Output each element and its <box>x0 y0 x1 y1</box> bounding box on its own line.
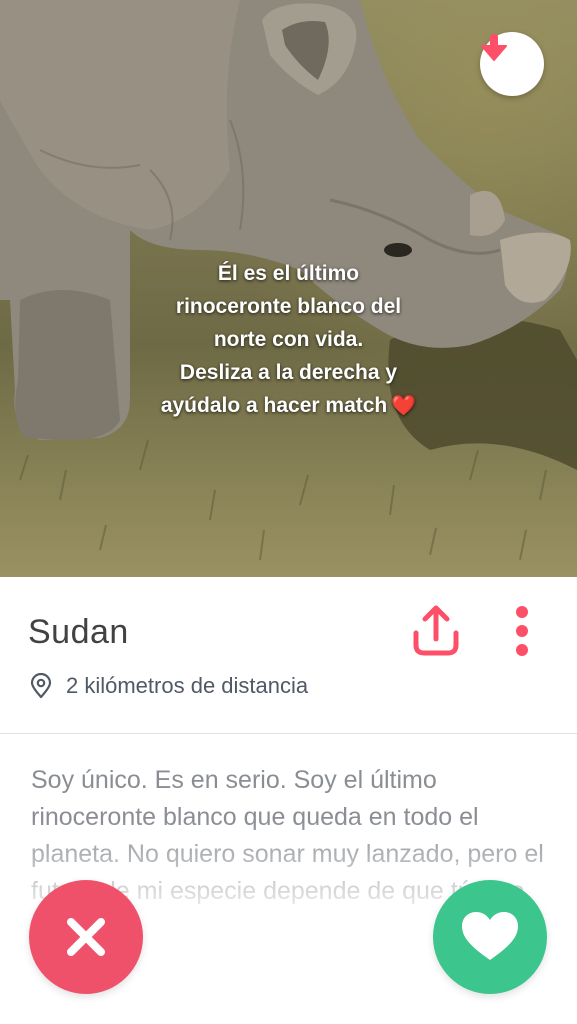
caption-line: rinoceronte blanco del <box>175 295 402 318</box>
share-button[interactable] <box>408 603 464 659</box>
more-vertical-icon <box>516 606 528 656</box>
arrow-down-icon <box>481 34 507 61</box>
nope-button[interactable] <box>29 880 143 994</box>
collapse-profile-button[interactable] <box>480 32 544 96</box>
profile-info: Sudan 2 kilómetros de distancia <box>0 577 577 733</box>
heart-icon <box>462 912 518 960</box>
close-icon <box>67 918 105 956</box>
distance-text: 2 kilómetros de distancia <box>66 673 309 698</box>
more-options-button[interactable] <box>506 603 538 663</box>
caption-line: ayúdalo a hacer match ❤️ <box>0 389 577 423</box>
caption-line: Desliza a la derecha y <box>179 361 398 384</box>
divider <box>0 733 577 734</box>
profile-name: Sudan <box>28 613 129 651</box>
distance-row: 2 kilómetros de distancia <box>30 673 308 699</box>
photo-caption: Él es el último rinoceronte blanco del n… <box>0 257 577 423</box>
heart-emoji: ❤️ <box>391 395 417 417</box>
location-pin-icon <box>30 673 52 699</box>
profile-photo[interactable]: Él es el último rinoceronte blanco del n… <box>0 0 577 577</box>
like-button[interactable] <box>433 880 547 994</box>
share-icon <box>413 605 459 656</box>
caption-line: Él es el último <box>217 262 360 285</box>
caption-line-text: ayúdalo a hacer match <box>160 394 388 417</box>
caption-line: norte con vida. <box>213 328 364 351</box>
